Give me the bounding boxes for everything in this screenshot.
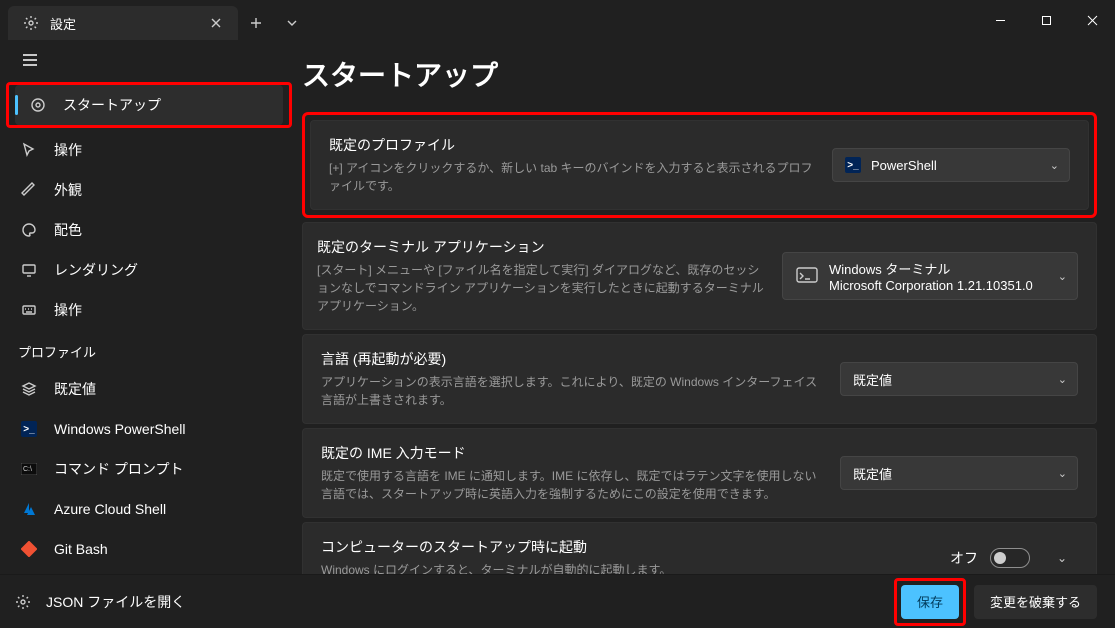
tab-title: 設定 [50,14,76,33]
palette-icon [20,221,38,239]
footer: JSON ファイルを開く 保存 変更を破棄する [0,574,1115,628]
footer-open-json-label: JSON ファイルを開く [46,592,185,612]
sidebar-item-appearance[interactable]: 外観 [6,170,292,210]
startup-toggle[interactable] [990,548,1030,568]
maximize-icon [1041,15,1052,26]
setting-title: 言語 (再起動が必要) [321,349,824,369]
open-json-button[interactable]: JSON ファイルを開く [14,592,185,612]
dropdown-value: Windows ターミナル [829,259,1048,278]
sidebar-profile-cmd[interactable]: C:\ コマンド プロンプト [6,449,292,489]
new-tab-button[interactable] [238,6,274,40]
save-button[interactable]: 保存 [901,585,959,619]
discard-button[interactable]: 変更を破棄する [974,585,1097,619]
terminal-icon [795,266,819,286]
setting-ime: 既定の IME 入力モード 既定で使用する言語を IME に通知します。IME … [302,428,1097,518]
sidebar-item-label: Azure Cloud Shell [54,501,166,517]
azure-icon [20,500,38,518]
gear-icon [22,14,40,32]
sidebar-item-label: スタートアップ [63,95,161,115]
maximize-button[interactable] [1023,0,1069,40]
setting-title: 既定の IME 入力モード [321,443,824,463]
setting-title: 既定のターミナル アプリケーション [317,237,766,257]
sidebar-item-label: 外観 [54,180,82,200]
page-title: スタートアップ [298,40,1115,112]
dropdown-value: 既定値 [853,370,1048,389]
tab-dropdown-button[interactable] [274,6,310,40]
sidebar-item-label: 操作 [54,140,82,160]
layers-icon [20,380,38,398]
keyboard-icon [20,301,38,319]
monitor-icon [20,261,38,279]
sidebar-item-startup[interactable]: スタートアップ [15,85,283,125]
chevron-down-icon: ⌄ [1057,551,1067,565]
setting-description: 既定で使用する言語を IME に通知します。IME に依存し、既定ではラテン文字… [321,467,824,503]
gear-icon [14,593,32,611]
language-dropdown[interactable]: 既定値 ⌄ [840,362,1078,396]
sidebar-item-label: レンダリング [54,260,138,280]
hamburger-icon [22,54,38,66]
setting-title: コンピューターのスタートアップ時に起動 [321,537,934,557]
close-icon [211,18,221,28]
setting-title: 既定のプロファイル [329,135,816,155]
brush-icon [20,181,38,199]
plus-icon [250,17,262,29]
startup-icon [29,96,47,114]
toggle-label: オフ [950,548,978,568]
close-icon [1087,15,1098,26]
git-icon [20,540,38,558]
sidebar-item-actions[interactable]: 操作 [6,290,292,330]
sidebar-item-label: Windows PowerShell [54,421,186,437]
close-window-button[interactable] [1069,0,1115,40]
sidebar-item-interaction[interactable]: 操作 [6,130,292,170]
dropdown-subvalue: Microsoft Corporation 1.21.10351.0 [829,278,1048,293]
close-tab-button[interactable] [206,13,226,33]
setting-language: 言語 (再起動が必要) アプリケーションの表示言語を選択します。これにより、既定… [302,334,1097,424]
sidebar-item-label: Git Bash [54,541,108,557]
powershell-icon: >_ [845,157,861,173]
default-terminal-dropdown[interactable]: Windows ターミナル Microsoft Corporation 1.21… [782,252,1078,300]
chevron-down-icon [287,20,297,26]
svg-text:C:\: C:\ [23,466,32,473]
minimize-icon [995,15,1006,26]
setting-default-profile: 既定のプロファイル [+] アイコンをクリックするか、新しい tab キーのバイ… [310,120,1089,210]
expand-button[interactable]: ⌄ [1046,542,1078,574]
setting-launch-on-startup[interactable]: コンピューターのスタートアップ時に起動 Windows にログインすると、ターミ… [302,522,1097,574]
hamburger-button[interactable] [12,42,48,78]
sidebar-item-rendering[interactable]: レンダリング [6,250,292,290]
cmd-icon: C:\ [20,460,38,478]
setting-description: Windows にログインすると、ターミナルが自動的に起動します。 [321,561,934,574]
minimize-button[interactable] [977,0,1023,40]
sidebar-item-label: 配色 [54,220,82,240]
dropdown-value: PowerShell [871,158,1040,173]
sidebar-profile-defaults[interactable]: 既定値 [6,369,292,409]
sidebar-item-label: 操作 [54,300,82,320]
titlebar: 設定 [0,0,1115,40]
chevron-down-icon: ⌄ [1058,467,1067,480]
setting-description: [+] アイコンをクリックするか、新しい tab キーのバインドを入力すると表示… [329,159,816,195]
chevron-down-icon: ⌄ [1058,270,1067,283]
setting-default-terminal: 既定のターミナル アプリケーション [スタート] メニューや [ファイル名を指定… [302,222,1097,330]
sidebar-profile-powershell[interactable]: >_ Windows PowerShell [6,409,292,449]
sidebar-item-label: コマンド プロンプト [54,459,183,479]
setting-description: [スタート] メニューや [ファイル名を指定して実行] ダイアログなど、既存のセ… [317,261,766,315]
setting-description: アプリケーションの表示言語を選択します。これにより、既定の Windows イン… [321,373,824,409]
chevron-down-icon: ⌄ [1058,373,1067,386]
settings-tab[interactable]: 設定 [8,6,238,40]
chevron-down-icon: ⌄ [1050,159,1059,172]
ime-dropdown[interactable]: 既定値 ⌄ [840,456,1078,490]
sidebar-item-label: 既定値 [54,379,96,399]
main-content: スタートアップ 既定のプロファイル [+] アイコンをクリックするか、新しい t… [298,40,1115,574]
sidebar-profile-azure[interactable]: Azure Cloud Shell [6,489,292,529]
sidebar-item-color-schemes[interactable]: 配色 [6,210,292,250]
cursor-icon [20,141,38,159]
profiles-header: プロファイル [0,330,298,369]
sidebar: スタートアップ 操作 外観 配色 [0,40,298,574]
sidebar-profile-gitbash[interactable]: Git Bash [6,529,292,569]
default-profile-dropdown[interactable]: >_ PowerShell ⌄ [832,148,1070,182]
powershell-icon: >_ [20,420,38,438]
dropdown-value: 既定値 [853,464,1048,483]
